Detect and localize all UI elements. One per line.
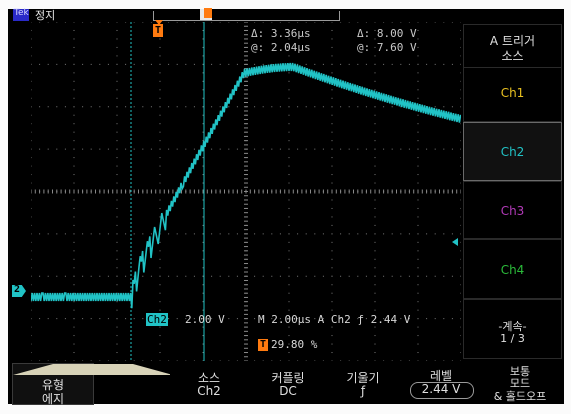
source-ch1-button[interactable]: Ch1 [463, 67, 562, 122]
source-ch1-label: Ch1 [500, 86, 525, 100]
ch2-waveform [31, 62, 461, 309]
side-menu-title: A 트리거 소스 [463, 24, 562, 68]
more-menu-page: 1 / 3 [500, 332, 525, 345]
coupling-value: DC [279, 384, 297, 398]
trigger-level-arrow-icon[interactable] [452, 238, 458, 246]
level-value: 2.44 V [421, 382, 461, 396]
source-button[interactable]: 소스 Ch2 [170, 363, 248, 403]
mode-holdoff-button[interactable]: 보통 모드 & 홀드오프 [480, 363, 560, 403]
source-ch3-label: Ch3 [500, 204, 525, 218]
source-ch4-label: Ch4 [500, 263, 525, 277]
mode-label-3: & 홀드오프 [493, 390, 547, 403]
trigger-point-marker: T [153, 24, 163, 37]
more-menu-button[interactable]: -계속- 1 / 3 [463, 299, 562, 359]
ch2-volts-per-div: 2.00 V [185, 313, 225, 326]
ch2-scale-badge: Ch2 [146, 313, 168, 326]
tek-logo: Tek [13, 8, 29, 21]
cursor-delta-volt: Δ: 8.00 V [357, 27, 417, 40]
trigger-position-icon: T [258, 339, 268, 351]
timebase-trigger-readout: M 2.00μs A Ch2 ƒ 2.44 V [258, 313, 411, 326]
source-value: Ch2 [197, 384, 221, 398]
source-ch2-button[interactable]: Ch2 [463, 122, 562, 181]
coupling-button[interactable]: 커플링 DC [251, 363, 325, 403]
source-ch3-button[interactable]: Ch3 [463, 181, 562, 239]
type-value: 에지 [41, 392, 65, 406]
trigger-position-readout: 29.80 % [271, 338, 318, 351]
type-edge-button[interactable]: 유형 에지 [12, 363, 173, 406]
selected-tab-icon [13, 364, 173, 375]
cursor-at-time: @: 2.04μs [251, 41, 311, 54]
graticule [31, 22, 461, 361]
tek-logo-text: Tek [14, 8, 29, 18]
trigger-arrow-icon [155, 20, 163, 25]
cursor-delta-time: Δ: 3.36μs [251, 27, 311, 40]
trigger-point-marker-label: T [154, 25, 162, 36]
source-ch2-label: Ch2 [500, 145, 525, 159]
cursor-at-volt: @: 7.60 V [357, 41, 417, 54]
oscilloscope-frame: Tek 정지 T 2 Δ: 3.36μs @: 2.04μs Δ: 8.00 V… [0, 0, 571, 414]
rising-edge-icon: ƒ [360, 384, 366, 398]
ch2-ground-marker-label: 2 [14, 284, 21, 295]
trigger-position-marker [204, 8, 212, 18]
source-ch4-button[interactable]: Ch4 [463, 239, 562, 299]
record-timebar [153, 11, 340, 21]
slope-button[interactable]: 기울기 ƒ [327, 363, 399, 403]
level-button[interactable]: 레벨 2.44 V [404, 363, 478, 403]
acquisition-status: 정지 [35, 9, 56, 22]
side-menu-title-line2: 소스 [501, 49, 524, 63]
